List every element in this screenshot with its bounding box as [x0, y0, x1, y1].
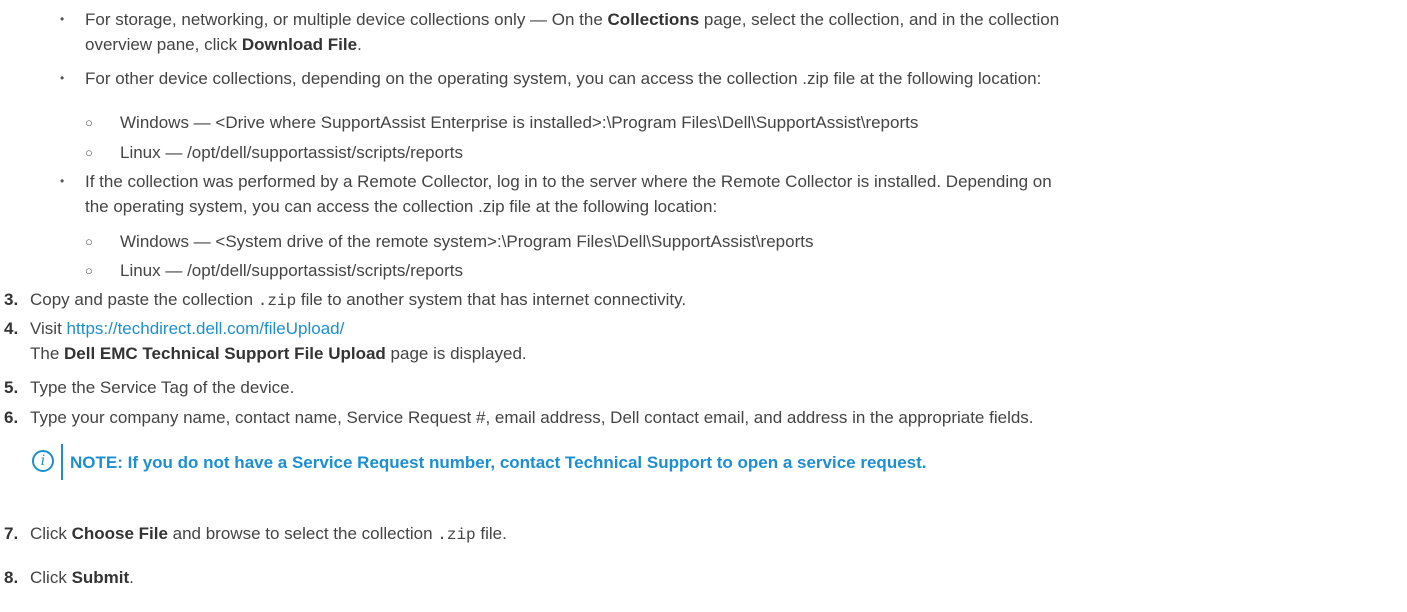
text-segment: file. [475, 524, 507, 543]
note-divider [61, 444, 63, 480]
bold-term: Choose File [71, 524, 168, 543]
step-text: Type the Service Tag of the device. [30, 378, 295, 397]
bold-term: Submit [71, 568, 130, 587]
circle-marker: ○ [85, 234, 93, 249]
step-number: 7. [4, 524, 19, 543]
step-text: Visit https://techdirect.dell.com/fileUp… [30, 316, 1395, 366]
note-text: NOTE: If you do not have a Service Reque… [70, 453, 927, 472]
text-segment: Copy and paste the collection [30, 290, 258, 309]
circle-marker: ○ [85, 145, 93, 160]
text-segment: the operating system, you can access the… [85, 197, 718, 216]
text-segment: Click [30, 568, 72, 587]
text-segment: Click [30, 524, 72, 543]
sub-list-text: Windows — <Drive where SupportAssist Ent… [120, 113, 919, 132]
text-segment: . [357, 35, 362, 54]
step-text: Type your company name, contact name, Se… [30, 408, 1034, 427]
circle-marker: ○ [85, 263, 93, 278]
step-number: 8. [4, 568, 19, 587]
step-number: 4. [4, 319, 19, 338]
bold-term: Collections [607, 10, 700, 29]
step-number: 6. [4, 408, 19, 427]
file-upload-link[interactable]: https://techdirect.dell.com/fileUpload/ [67, 319, 345, 338]
step-text: Click Choose File and browse to select t… [30, 521, 1395, 548]
sub-list-text: Linux — /opt/dell/supportassist/scripts/… [120, 261, 463, 280]
text-segment: Visit [30, 319, 67, 338]
text-segment: overview pane, click [85, 35, 242, 54]
text-segment: The [30, 344, 65, 363]
sub-list-text: Windows — <System drive of the remote sy… [120, 232, 814, 251]
step-number: 5. [4, 378, 19, 397]
bullet-text: For other device collections, depending … [85, 69, 1042, 88]
bullet-marker: • [60, 12, 65, 26]
bullet-text: For storage, networking, or multiple dev… [85, 7, 1395, 57]
note-callout: i NOTE: If you do not have a Service Req… [0, 444, 1401, 480]
text-segment: For storage, networking, or multiple dev… [85, 10, 608, 29]
step-text: Copy and paste the collection .zip file … [30, 287, 1395, 314]
bold-term: Download File [241, 35, 358, 54]
bullet-text: If the collection was performed by a Rem… [85, 169, 1395, 219]
text-segment: If the collection was performed by a Rem… [85, 172, 1052, 191]
bold-term: Dell EMC Technical Support File Upload [64, 344, 386, 363]
text-segment: . [129, 568, 134, 587]
bullet-marker: • [60, 174, 65, 188]
circle-marker: ○ [85, 115, 93, 130]
step-text: Click Submit. [30, 565, 1395, 590]
text-segment: page, select the collection, and in the … [699, 10, 1060, 29]
bullet-marker: • [60, 71, 65, 85]
text-segment: and browse to select the collection [167, 524, 438, 543]
info-icon: i [32, 450, 54, 472]
text-segment: file to another system that has internet… [296, 290, 687, 309]
text-segment: page is displayed. [385, 344, 527, 363]
code-term: .zip [437, 526, 476, 544]
step-number: 3. [4, 290, 19, 309]
code-term: .zip [257, 292, 297, 310]
sub-list-text: Linux — /opt/dell/supportassist/scripts/… [120, 143, 463, 162]
